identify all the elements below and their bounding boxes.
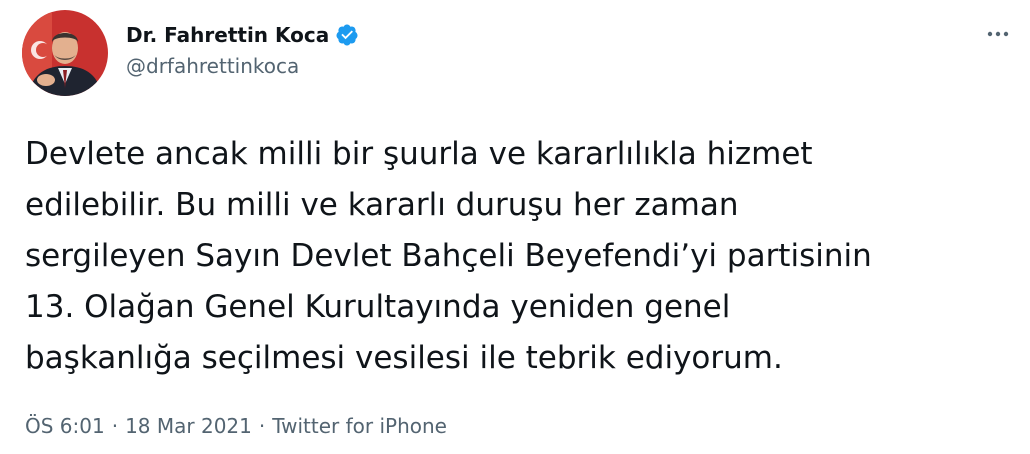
author-name-row: Dr. Fahrettin Koca (126, 20, 359, 50)
tweet-date-link[interactable]: 18 Mar 2021 (125, 414, 252, 438)
meta-separator: · (258, 414, 266, 438)
tweet-time-link[interactable]: ÖS 6:01 (25, 414, 105, 438)
tweet-text: Devlete ancak milli bir şuurla ve kararl… (25, 136, 872, 376)
author-display-name[interactable]: Dr. Fahrettin Koca (126, 23, 329, 47)
author-avatar[interactable] (22, 10, 108, 96)
more-horizontal-icon (987, 31, 1009, 37)
meta-separator: · (111, 414, 119, 438)
tweet-source-link[interactable]: Twitter for iPhone (272, 414, 447, 438)
author-info: Dr. Fahrettin Koca @drfahrettinkoca (126, 20, 359, 78)
tweet-card: Dr. Fahrettin Koca @drfahrettinkoca Devl… (0, 0, 1030, 454)
verified-badge-icon (335, 23, 359, 47)
more-options-button[interactable] (982, 22, 1014, 46)
author-handle[interactable]: @drfahrettinkoca (126, 54, 359, 78)
tweet-meta: ÖS 6:01 · 18 Mar 2021 · Twitter for iPho… (25, 414, 447, 438)
avatar-image (22, 10, 108, 96)
